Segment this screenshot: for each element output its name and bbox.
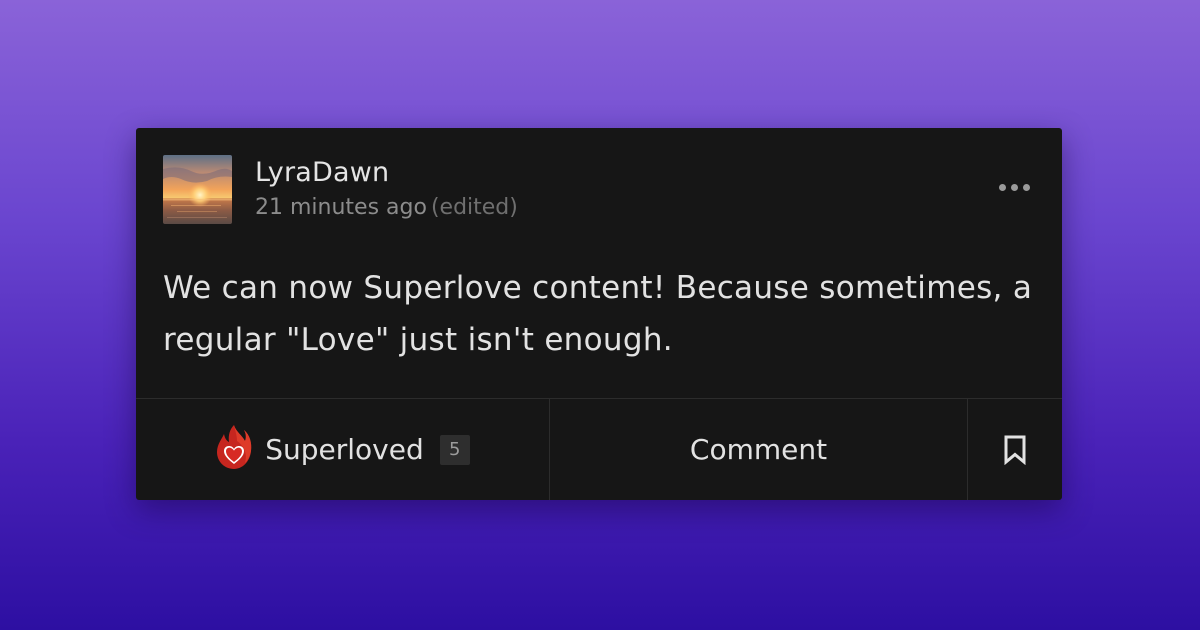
post-timestamp[interactable]: 21 minutes ago xyxy=(255,195,427,220)
bookmark-icon xyxy=(1004,435,1026,465)
more-dot xyxy=(1022,183,1030,191)
more-horizontal-icon xyxy=(998,183,1006,191)
superlove-button[interactable]: Superloved 5 xyxy=(136,399,550,500)
post-meta: 21 minutes ago (edited) xyxy=(255,194,518,222)
bookmark-button[interactable] xyxy=(968,399,1062,500)
more-options-button[interactable] xyxy=(992,173,1036,201)
more-dot xyxy=(1010,183,1018,191)
comment-button[interactable]: Comment xyxy=(550,399,968,500)
sunset-avatar-icon xyxy=(163,155,232,224)
superlove-label: Superloved xyxy=(265,433,424,466)
fire-heart-icon xyxy=(217,424,252,469)
comment-label: Comment xyxy=(689,433,828,466)
author-username[interactable]: LyraDawn xyxy=(255,157,389,189)
avatar[interactable] xyxy=(163,155,232,224)
post-card: LyraDawn 21 minutes ago (edited) We can n… xyxy=(136,128,1062,500)
superlove-count-badge: 5 xyxy=(439,434,470,465)
post-header: LyraDawn 21 minutes ago (edited) xyxy=(163,155,1038,225)
edited-label: (edited) xyxy=(430,195,518,220)
post-body: We can now Superlove content! Because so… xyxy=(163,270,1033,358)
post-actions-bar: Superloved 5 Comment xyxy=(136,398,1062,500)
